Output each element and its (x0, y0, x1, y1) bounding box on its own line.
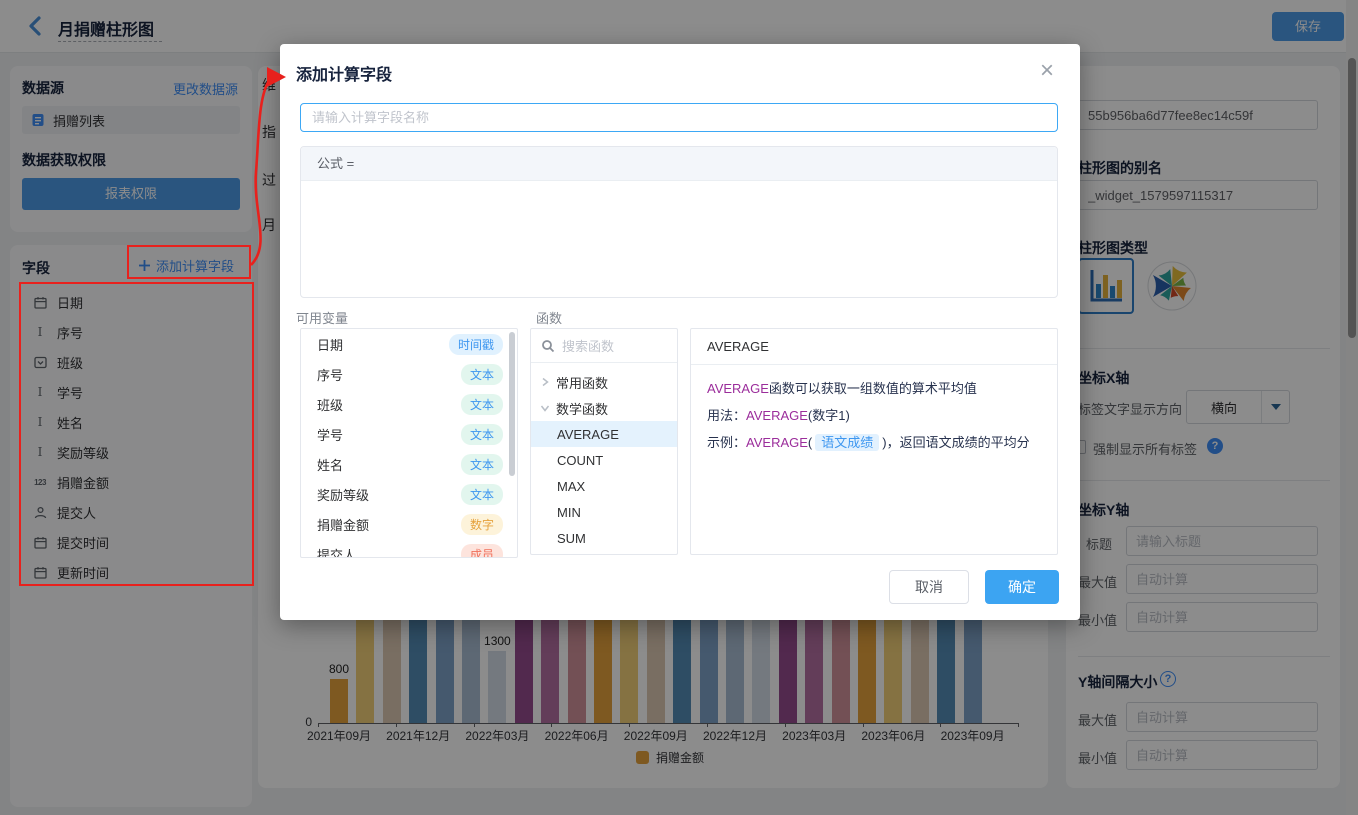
variables-list: 日期时间戳序号文本班级文本学号文本姓名文本奖励等级文本捐赠金额数字提交人成员 (300, 328, 518, 558)
dialog-title: 添加计算字段 (296, 61, 392, 85)
variables-scrollbar-thumb[interactable] (509, 332, 515, 476)
function-item[interactable]: MIN (531, 499, 677, 525)
function-search[interactable]: 搜索函数 (531, 329, 677, 363)
function-item[interactable]: SUM (531, 525, 677, 551)
chevron-down-icon (539, 402, 551, 414)
variable-type-badge: 文本 (461, 364, 503, 385)
close-icon[interactable]: × (1032, 56, 1062, 86)
variable-name: 序号 (317, 365, 461, 384)
variable-item[interactable]: 日期时间戳 (301, 329, 517, 359)
variable-type-badge: 文本 (461, 454, 503, 475)
function-group-label: 常用函数 (556, 373, 608, 392)
function-search-placeholder: 搜索函数 (562, 336, 614, 355)
doc-line-3: 示例：AVERAGE(语文成绩)，返回语文成绩的平均分 (707, 429, 1041, 456)
formula-editor[interactable]: 公式 = (300, 146, 1058, 298)
function-group[interactable]: 常用函数 (531, 369, 677, 395)
variable-type-badge: 文本 (461, 424, 503, 445)
function-group[interactable]: 数学函数 (531, 395, 677, 421)
field-pill[interactable]: 语文成绩 (815, 434, 879, 451)
confirm-button[interactable]: 确定 (985, 570, 1059, 604)
add-calc-field-dialog: 添加计算字段 × 公式 = 可用变量 函数 日期时间戳序号文本班级文本学号文本姓… (280, 44, 1080, 620)
app-window: 月捐赠柱形图 保存 数据源 更改数据源 捐赠列表 数据获取权限 报表权限 字段 … (0, 0, 1358, 815)
variable-type-badge: 文本 (461, 484, 503, 505)
variable-item[interactable]: 姓名文本 (301, 449, 517, 479)
function-item[interactable]: COUNT (531, 447, 677, 473)
variable-name: 捐赠金额 (317, 515, 461, 534)
variable-name: 日期 (317, 335, 449, 354)
search-icon (541, 339, 555, 353)
functions-heading: 函数 (536, 308, 562, 327)
chevron-right-icon (539, 376, 551, 388)
variable-name: 学号 (317, 425, 461, 444)
calc-field-name-input[interactable] (300, 103, 1058, 132)
variable-type-badge: 时间戳 (449, 334, 503, 355)
functions-panel: 搜索函数 常用函数数学函数 AVERAGECOUNTMAXMINSUM (530, 328, 678, 555)
variable-type-badge: 文本 (461, 394, 503, 415)
doc-line-2: 用法：AVERAGE(数字1) (707, 402, 1041, 429)
variable-item[interactable]: 奖励等级文本 (301, 479, 517, 509)
function-doc-panel: AVERAGE AVERAGE函数可以获取一组数值的算术平均值 用法：AVERA… (690, 328, 1058, 555)
variable-name: 姓名 (317, 455, 461, 474)
variable-item[interactable]: 提交人成员 (301, 539, 517, 558)
variable-item[interactable]: 捐赠金额数字 (301, 509, 517, 539)
variables-heading: 可用变量 (296, 308, 348, 327)
variable-name: 班级 (317, 395, 461, 414)
variable-item[interactable]: 学号文本 (301, 419, 517, 449)
annotation-arrow (240, 40, 300, 280)
variable-type-badge: 数字 (461, 514, 503, 535)
annotation-box-field-list (19, 282, 254, 586)
variable-name: 奖励等级 (317, 485, 461, 504)
function-group-label: 数学函数 (556, 399, 608, 418)
function-item[interactable]: MAX (531, 473, 677, 499)
variable-item[interactable]: 班级文本 (301, 389, 517, 419)
function-doc-title: AVERAGE (691, 329, 1057, 365)
variable-name: 提交人 (317, 545, 461, 559)
function-doc-body: AVERAGE函数可以获取一组数值的算术平均值 用法：AVERAGE(数字1) … (691, 365, 1057, 466)
cancel-button[interactable]: 取消 (889, 570, 969, 604)
function-tree: 常用函数数学函数 AVERAGECOUNTMAXMINSUM (531, 363, 677, 551)
doc-line-1: AVERAGE函数可以获取一组数值的算术平均值 (707, 375, 1041, 402)
variable-item[interactable]: 序号文本 (301, 359, 517, 389)
formula-prefix: 公式 = (301, 147, 1057, 181)
annotation-box-add-calc (127, 245, 251, 279)
function-item[interactable]: AVERAGE (531, 421, 677, 447)
variable-type-badge: 成员 (461, 544, 503, 559)
